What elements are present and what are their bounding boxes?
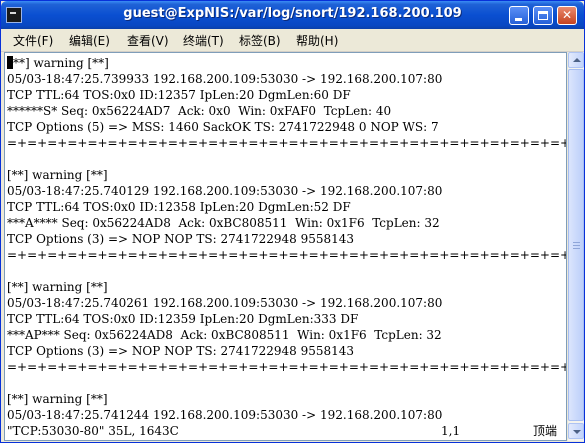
terminal-line: [**] warning [**] — [7, 280, 108, 294]
menu-tabs[interactable]: 标签(B) — [239, 32, 281, 49]
terminal-line: TCP TTL:64 TOS:0x0 ID:12358 IpLen:20 Dgm… — [7, 200, 351, 214]
terminal-line: [**] warning [**] — [7, 168, 108, 182]
scrollbar-thumb[interactable] — [568, 69, 584, 421]
close-icon: ✕ — [561, 8, 573, 22]
terminal-line: TCP Options (3) => NOP NOP TS: 274172294… — [7, 232, 355, 246]
terminal-line: 05/03-18:47:25.739933 192.168.200.109:53… — [7, 72, 443, 86]
terminal-output[interactable]: **] warning [**] 05/03-18:47:25.739933 1… — [4, 52, 567, 441]
terminal-line: 05/03-18:47:25.741244 192.168.200.109:53… — [7, 408, 443, 422]
close-button[interactable]: ✕ — [557, 6, 577, 25]
vim-status-line: "TCP:53030-80" 35L, 1643C — [7, 424, 179, 438]
terminal-line: ******S* Seq: 0x56224AD7 Ack: 0x0 Win: 0… — [7, 104, 392, 118]
grip-line — [573, 242, 580, 243]
menu-help[interactable]: 帮助(H) — [296, 32, 338, 49]
menu-view[interactable]: 查看(V) — [127, 32, 169, 49]
arrow-down-icon — [573, 430, 581, 434]
title-bar[interactable]: guest@ExpNIS:/var/log/snort/192.168.200.… — [1, 1, 584, 29]
grip-line — [573, 245, 580, 246]
terminal-line: **] warning [**] — [7, 55, 109, 71]
menu-terminal[interactable]: 终端(T) — [183, 32, 224, 49]
terminal-line: TCP Options (5) => MSS: 1460 SackOK TS: … — [7, 120, 439, 134]
terminal-window: guest@ExpNIS:/var/log/snort/192.168.200.… — [0, 0, 585, 443]
terminal-line: =+=+=+=+=+=+=+=+=+=+=+=+=+=+=+=+=+=+=+=+… — [7, 360, 567, 374]
minimize-icon — [515, 18, 522, 21]
terminal-line: ***AP*** Seq: 0x56224AD8 Ack: 0xBC808511… — [7, 328, 442, 342]
cursor-position: 1,1 — [441, 424, 461, 438]
maximize-icon — [538, 11, 548, 20]
menu-file[interactable]: 文件(F) — [13, 32, 53, 49]
terminal-line: TCP TTL:64 TOS:0x0 ID:12357 IpLen:20 Dgm… — [7, 88, 351, 102]
terminal-line: ***A**** Seq: 0x56224AD8 Ack: 0xBC808511… — [7, 216, 440, 230]
scroll-up-button[interactable] — [568, 52, 584, 68]
scroll-position: 顶端 — [533, 424, 558, 438]
menu-edit[interactable]: 编辑(E) — [69, 32, 110, 49]
window-title: guest@ExpNIS:/var/log/snort/192.168.200.… — [123, 6, 462, 21]
vertical-scrollbar[interactable] — [568, 52, 584, 441]
scroll-down-button[interactable] — [568, 423, 584, 439]
terminal-line: 05/03-18:47:25.740129 192.168.200.109:53… — [7, 184, 443, 198]
terminal-line: =+=+=+=+=+=+=+=+=+=+=+=+=+=+=+=+=+=+=+=+… — [7, 136, 567, 150]
terminal-line: TCP Options (3) => NOP NOP TS: 274172294… — [7, 344, 355, 358]
maximize-button[interactable] — [533, 6, 553, 25]
terminal-line: [**] warning [**] — [7, 392, 108, 406]
grip-line — [573, 248, 580, 249]
minimize-button[interactable] — [509, 6, 529, 25]
menu-bar: 文件(F) 编辑(E) 查看(V) 终端(T) 标签(B) 帮助(H) — [1, 29, 584, 52]
terminal-line: TCP TTL:64 TOS:0x0 ID:12359 IpLen:20 Dgm… — [7, 312, 359, 326]
arrow-up-icon — [573, 58, 581, 62]
terminal-line: =+=+=+=+=+=+=+=+=+=+=+=+=+=+=+=+=+=+=+=+… — [7, 248, 567, 262]
terminal-line: 05/03-18:47:25.740261 192.168.200.109:53… — [7, 296, 443, 310]
